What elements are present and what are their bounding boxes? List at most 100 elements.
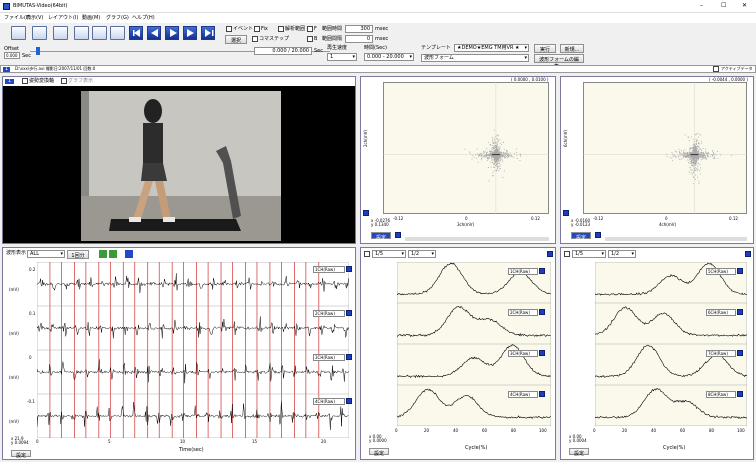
cycle-checkbox[interactable]: [564, 251, 570, 257]
frame-step-checkbox[interactable]: [252, 36, 258, 42]
scatter-option-icon[interactable]: [395, 232, 401, 238]
close-button[interactable]: ✕: [742, 3, 747, 9]
f-checkbox[interactable]: [307, 26, 313, 32]
range-time-input[interactable]: 300: [345, 25, 373, 33]
menu-help[interactable]: ヘルプ(H): [132, 16, 155, 21]
scatter-point: [488, 180, 490, 182]
waveform-select[interactable]: 波形フォーム ▾: [421, 54, 529, 62]
cycle-settings-button[interactable]: 設定: [569, 448, 589, 457]
scatter-point: [689, 162, 691, 164]
channel-menu-icon[interactable]: [346, 310, 352, 316]
template-select[interactable]: ★DEMO★EMG TM用VR ★ ▾: [454, 44, 529, 52]
channel-menu-icon[interactable]: [539, 309, 545, 315]
scatter-point: [693, 168, 695, 170]
channel-tag[interactable]: 4CH(Raw): [313, 398, 345, 405]
open-folder-icon[interactable]: [32, 26, 47, 40]
channel-tag[interactable]: 3CH(Raw): [508, 350, 538, 357]
channel-tag[interactable]: 6CH(Raw): [706, 309, 736, 316]
channel-menu-icon[interactable]: [539, 350, 545, 356]
channel-menu-icon[interactable]: [346, 398, 352, 404]
channel-tag[interactable]: 8CH(Raw): [706, 391, 736, 398]
video-index[interactable]: 1: [5, 79, 15, 84]
cycle-settings-button[interactable]: 設定: [369, 448, 389, 457]
channel-menu-icon[interactable]: [737, 391, 743, 397]
channel-menu-icon[interactable]: [539, 391, 545, 397]
channel-tag[interactable]: 2CH(Raw): [313, 310, 345, 317]
menu-view[interactable]: 表示(V): [26, 16, 43, 21]
cycle-combo[interactable]: 1/5 ▾: [572, 250, 606, 258]
channel-tag[interactable]: 3CH(Raw): [313, 354, 345, 361]
emg-tool-icon[interactable]: [125, 250, 133, 258]
emg-ytick: 0: [29, 355, 32, 360]
select-button[interactable]: 選択: [225, 35, 247, 44]
emg-settings-button[interactable]: 設定: [11, 450, 31, 459]
offset-input[interactable]: 0.000: [4, 52, 20, 59]
menu-graph[interactable]: グラフ(G): [106, 16, 129, 21]
scatter-point: [703, 157, 705, 159]
scatter-point: [669, 156, 671, 158]
channel-tag[interactable]: 5CH(Raw): [706, 268, 736, 275]
range-interval-input[interactable]: 0: [345, 35, 373, 43]
scatter-menu-icon[interactable]: [563, 210, 569, 216]
channel-tag[interactable]: 4CH(Raw): [508, 391, 538, 398]
minimize-button[interactable]: –: [700, 3, 703, 9]
scatter-option-icon[interactable]: [595, 232, 601, 238]
new-button[interactable]: 新規...: [560, 44, 584, 53]
cycle-combo2[interactable]: 1/2 ▾: [608, 250, 636, 258]
menu-movie[interactable]: 動画(M): [82, 16, 100, 21]
channel-menu-icon[interactable]: [346, 266, 352, 272]
b-checkbox[interactable]: [307, 36, 313, 42]
scatter-point: [485, 156, 487, 158]
window-icon[interactable]: [92, 26, 107, 40]
cycle-checkbox[interactable]: [364, 251, 370, 257]
time-input[interactable]: 0.000 / 20.000: [254, 47, 312, 55]
scatter-point: [680, 158, 682, 160]
scatter-scrollbar[interactable]: [405, 237, 549, 241]
scatter-menu-icon[interactable]: [363, 210, 369, 216]
save-icon[interactable]: [11, 26, 26, 40]
waveform-edit-button[interactable]: 波形フォームの編集...: [534, 54, 584, 70]
graph-display-checkbox[interactable]: [61, 78, 67, 84]
scatter-settings-button[interactable]: 設定: [371, 232, 391, 241]
cycle-combo[interactable]: 1/5 ▾: [372, 250, 406, 258]
run-button[interactable]: 実行: [534, 44, 556, 53]
cycle-combo2[interactable]: 1/2 ▾: [408, 250, 436, 258]
file-index[interactable]: 1: [3, 67, 11, 72]
channel-tag[interactable]: 2CH(Raw): [508, 309, 538, 316]
channel-tag[interactable]: 1CH(Raw): [508, 268, 538, 275]
event-checkbox[interactable]: [226, 26, 232, 32]
analysis-range-checkbox[interactable]: [278, 26, 284, 32]
channel-tag[interactable]: 1CH(Raw): [313, 266, 345, 273]
scatter-point: [493, 170, 495, 172]
channel-tag[interactable]: 7CH(Raw): [706, 350, 736, 357]
scatter-scrollbar[interactable]: [605, 237, 747, 241]
emg-combo2[interactable]: 1回分: [67, 250, 89, 259]
channel-menu-icon[interactable]: [346, 354, 352, 360]
speed-select[interactable]: 1 ▾: [327, 53, 357, 61]
channel-menu-icon[interactable]: [737, 309, 743, 315]
scatter-settings-button[interactable]: 設定: [571, 232, 591, 241]
cycle-export-icon[interactable]: [547, 251, 553, 257]
scatter-point: [695, 174, 697, 176]
scatter-point: [693, 161, 695, 163]
posture-checkbox[interactable]: [22, 78, 28, 84]
scatter-point: [699, 157, 701, 159]
print-icon[interactable]: [53, 26, 68, 40]
emg-tool-icon[interactable]: [99, 250, 107, 258]
channel-menu-icon[interactable]: [539, 268, 545, 274]
scatter-point: [691, 173, 693, 175]
maximize-button[interactable]: ☐: [721, 3, 726, 9]
channel-menu-icon[interactable]: [737, 350, 743, 356]
menu-layout[interactable]: レイアウト(I): [48, 16, 78, 21]
offset-slider-thumb[interactable]: [36, 47, 40, 55]
interval-time-select[interactable]: 0.000 - 20.000 ▾: [364, 53, 414, 61]
channel-menu-icon[interactable]: [737, 268, 743, 274]
active-data-checkbox[interactable]: [713, 66, 719, 72]
check-icon[interactable]: [74, 26, 89, 40]
export-icon[interactable]: [110, 26, 125, 40]
fix-checkbox[interactable]: [254, 26, 260, 32]
emg-tool-icon[interactable]: [109, 250, 117, 258]
cycle-export-icon[interactable]: [745, 251, 751, 257]
emg-combo[interactable]: ALL ▾: [27, 250, 65, 258]
range-time-unit: msec: [375, 26, 389, 32]
